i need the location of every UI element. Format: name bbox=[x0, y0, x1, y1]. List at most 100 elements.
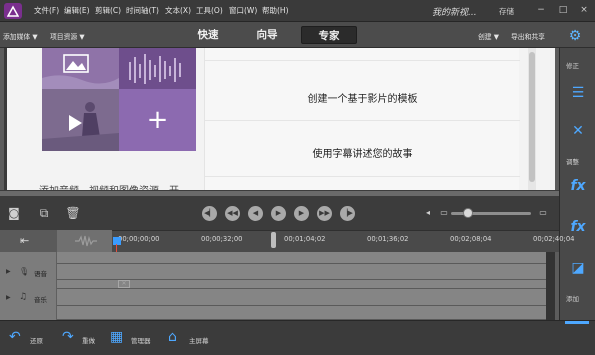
track-options-cell[interactable]: ⇤ bbox=[0, 230, 57, 252]
color-icon[interactable]: ◪ bbox=[564, 255, 592, 281]
track-header bbox=[0, 306, 57, 320]
list-item[interactable]: 创建一个基于影片的模板 bbox=[205, 90, 520, 105]
tools-wrench-icon[interactable]: ✕ bbox=[564, 118, 592, 144]
trash-icon[interactable]: 🗑 bbox=[65, 205, 81, 221]
timecode-label: 00;02;40;04 bbox=[533, 235, 575, 243]
tips-list: 创建一个基于影片的模板 使用字幕讲述您的故事 bbox=[204, 48, 520, 190]
section-fix-label: 修正 bbox=[566, 62, 579, 70]
tab-quick[interactable]: 快速 bbox=[187, 26, 229, 44]
effects-fx-icon[interactable]: fx bbox=[564, 173, 592, 199]
resize-icon[interactable]: ⧉ bbox=[36, 205, 52, 221]
play-icon bbox=[69, 115, 82, 131]
adjust-sliders-icon[interactable]: ☰ bbox=[564, 80, 592, 106]
playhead-marker[interactable] bbox=[113, 237, 121, 245]
redo-icon[interactable]: ↷ bbox=[62, 329, 74, 345]
narration-subtrack: ✕ bbox=[0, 280, 546, 289]
speaker-icon[interactable]: ◂ bbox=[420, 205, 436, 221]
expand-icon[interactable]: ▶ bbox=[6, 294, 11, 301]
menu-edit[interactable]: 编辑(E) bbox=[64, 5, 90, 16]
undo-button[interactable]: 还原 bbox=[30, 335, 43, 345]
zoom-out-icon[interactable]: ▭ bbox=[436, 205, 452, 221]
organizer-button[interactable]: 管理器 bbox=[131, 335, 151, 345]
narration-track-header: ▶ 🎙 语音 bbox=[0, 264, 57, 280]
go-to-start-icon[interactable]: ◀▏ bbox=[202, 206, 217, 221]
home-icon[interactable]: ⌂ bbox=[168, 329, 177, 345]
timecode-label: 00;00;00;00 bbox=[118, 235, 160, 243]
timecode-label: 00;01;04;02 bbox=[284, 235, 326, 243]
zoom-in-icon[interactable]: ▭ bbox=[535, 205, 551, 221]
music-track[interactable]: ▶ ♫ 音乐 bbox=[0, 289, 546, 306]
tab-guided[interactable]: 向导 bbox=[246, 26, 288, 44]
section-adjust-label: 调整 bbox=[566, 158, 579, 166]
action-bar-indicator bbox=[565, 321, 589, 324]
audio-mixer-cell[interactable] bbox=[57, 230, 112, 252]
menu-timeline[interactable]: 时间轴(T) bbox=[126, 5, 159, 16]
maximize-icon[interactable]: □ bbox=[556, 4, 570, 16]
timeline-toolbar: ◙ ⧉ 🗑 ◀▏ ◀◀ ◀ ▶ ▶ ▶▶ ▕▶ ◂ ▭ ▭ bbox=[0, 196, 559, 230]
save-button[interactable]: 存储 bbox=[499, 6, 514, 17]
main-panel: + 添加音频、视频和图像资源，开 创建一个基于影片的模板 使用字幕讲述您的故事 bbox=[4, 48, 555, 190]
zoom-slider-knob[interactable] bbox=[463, 208, 473, 218]
list-item[interactable]: 使用字幕讲述您的故事 bbox=[205, 145, 520, 160]
menu-tools[interactable]: 工具(O) bbox=[196, 5, 223, 16]
menu-file[interactable]: 文件(F) bbox=[34, 5, 59, 16]
export-share-button[interactable]: 导出和共享 bbox=[511, 31, 545, 41]
step-back-icon[interactable]: ◀ bbox=[248, 206, 263, 221]
fast-forward-icon[interactable]: ▶▶ bbox=[317, 206, 332, 221]
section-add-label: 添加 bbox=[566, 295, 579, 303]
list-divider bbox=[205, 176, 520, 177]
menu-help[interactable]: 帮助(H) bbox=[262, 5, 289, 16]
tab-expert[interactable]: 专家 bbox=[301, 26, 357, 44]
music-track-header: ▶ ♫ 音乐 bbox=[0, 289, 57, 306]
panel-caption: 添加音频、视频和图像资源，开 bbox=[39, 182, 179, 190]
microphone-icon: 🎙 bbox=[19, 267, 30, 276]
project-assets-button[interactable]: 项目资源 ▼ bbox=[50, 31, 85, 41]
timeline-zoom-handle[interactable] bbox=[271, 232, 276, 248]
add-media-button[interactable]: 添加媒体 ▼ bbox=[3, 31, 38, 41]
menubar: 文件(F) 编辑(E) 剪辑(C) 时间轴(T) 文本(X) 工具(O) 窗口(… bbox=[0, 0, 595, 22]
rewind-icon[interactable]: ◀◀ bbox=[225, 206, 240, 221]
timecode-label: 00;01;36;02 bbox=[367, 235, 409, 243]
track-label: 语音 bbox=[34, 270, 47, 278]
undo-icon[interactable]: ↶ bbox=[9, 329, 21, 345]
menu-text[interactable]: 文本(X) bbox=[165, 5, 191, 16]
waveform-icon bbox=[75, 235, 97, 247]
track-options-icon[interactable]: ⇤ bbox=[20, 234, 29, 247]
thumbnail-photo bbox=[42, 48, 119, 89]
gear-icon[interactable]: ⚙ bbox=[566, 28, 584, 44]
create-button[interactable]: 创建 ▼ bbox=[478, 31, 499, 41]
organizer-icon[interactable]: ▦ bbox=[110, 329, 123, 345]
music-note-icon: ♫ bbox=[19, 292, 28, 302]
app-logo-icon bbox=[4, 3, 22, 19]
panel-scrollbar-thumb[interactable] bbox=[529, 52, 535, 182]
mode-bar: 添加媒体 ▼ 项目资源 ▼ 快速 向导 专家 创建 ▼ 导出和共享 ⚙ bbox=[0, 22, 595, 48]
timecode-label: 00;00;32;00 bbox=[201, 235, 243, 243]
thumbnail-audio bbox=[119, 48, 196, 89]
list-divider bbox=[205, 60, 520, 61]
action-bar: 修正 ☰ ✕ 调整 fx fx ◪ 添加 bbox=[559, 48, 595, 320]
step-forward-icon[interactable]: ▶ bbox=[294, 206, 309, 221]
go-to-end-icon[interactable]: ▕▶ bbox=[340, 206, 355, 221]
menu-clip[interactable]: 剪辑(C) bbox=[95, 5, 121, 16]
timecode-label: 00;02;08;04 bbox=[450, 235, 492, 243]
close-icon[interactable]: × bbox=[577, 4, 591, 16]
music-subtrack bbox=[0, 306, 546, 320]
video-track[interactable] bbox=[0, 252, 546, 264]
transition-icon[interactable]: ✕ bbox=[118, 280, 130, 288]
play-button[interactable]: ▶ bbox=[271, 206, 286, 221]
minimize-icon[interactable]: − bbox=[534, 4, 548, 16]
home-button[interactable]: 主屏幕 bbox=[189, 335, 209, 345]
redo-button[interactable]: 重做 bbox=[82, 335, 95, 345]
narration-track[interactable]: ▶ 🎙 语音 bbox=[0, 264, 546, 280]
expand-icon[interactable]: ▶ bbox=[6, 268, 11, 275]
timeline-scrollbar[interactable] bbox=[546, 252, 555, 320]
plus-icon[interactable]: + bbox=[119, 89, 196, 151]
camera-icon[interactable]: ◙ bbox=[6, 205, 22, 221]
action-bar-footer bbox=[559, 320, 595, 355]
menu-window[interactable]: 窗口(W) bbox=[229, 5, 257, 16]
track-label: 音乐 bbox=[34, 296, 47, 304]
media-thumbnail-grid: + bbox=[42, 48, 196, 151]
list-divider bbox=[205, 120, 520, 121]
project-title: 我的新视... bbox=[432, 8, 477, 18]
track-header bbox=[0, 280, 57, 289]
